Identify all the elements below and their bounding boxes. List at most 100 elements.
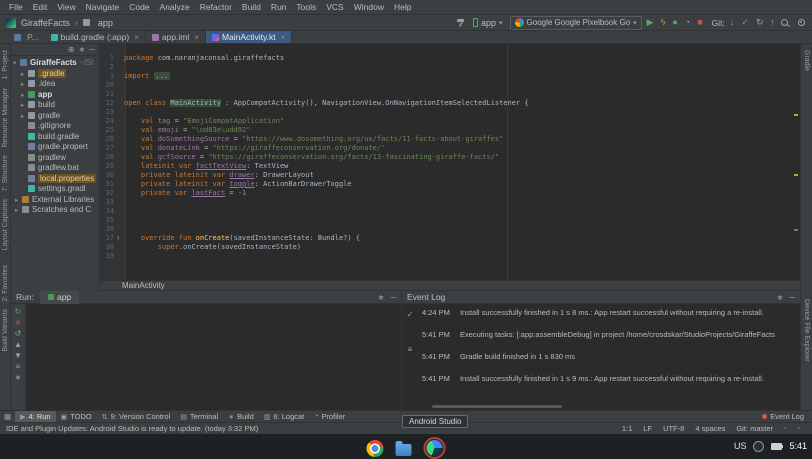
done-icon[interactable]: ✓: [407, 310, 414, 319]
run-config-select[interactable]: app ▾: [471, 18, 505, 28]
toolwindow-4-run[interactable]: ▶4: Run: [15, 411, 56, 422]
event-log-toggle[interactable]: Event Log: [762, 411, 812, 422]
tree-item-gradle[interactable]: ▸gradle: [11, 111, 99, 122]
settings-icon[interactable]: ∗: [378, 293, 385, 302]
tray-badge-icon[interactable]: [753, 441, 764, 452]
rerun-icon[interactable]: ↻: [15, 308, 22, 316]
strip-1-project[interactable]: 1: Project: [2, 50, 9, 80]
tree-root[interactable]: ▾GiraffeFacts ~/St: [11, 58, 99, 69]
hide-panel-icon[interactable]: ─: [390, 293, 396, 302]
apply-changes-icon[interactable]: ϟ: [661, 18, 666, 27]
status-item-git-master[interactable]: Git: master: [736, 424, 773, 433]
strip-7-structure[interactable]: 7: Structure: [2, 155, 9, 191]
tab-build.gradle-app-[interactable]: build.gradle (:app)×: [45, 31, 146, 43]
settings-icon[interactable]: ∗: [777, 293, 784, 302]
tree-item-gradlew.bat[interactable]: gradlew.bat: [11, 163, 99, 174]
step-down-icon[interactable]: ▼: [14, 352, 22, 360]
wrench-icon[interactable]: ≡: [408, 345, 413, 354]
menu-analyze[interactable]: Analyze: [155, 2, 195, 12]
step-up-icon[interactable]: ▲: [14, 341, 22, 349]
hammer-icon[interactable]: [456, 18, 466, 28]
breadcrumb-module[interactable]: app: [98, 18, 113, 28]
expand-all-icon[interactable]: ⊕: [68, 46, 75, 54]
override-gutter-icon[interactable]: ↑: [116, 234, 120, 243]
tree-item-gradlew[interactable]: gradlew: [11, 153, 99, 164]
event-log-entry[interactable]: 4:24 PMInstall successfully finished in …: [422, 308, 798, 317]
stop-icon[interactable]: ■: [16, 319, 21, 327]
update-icon[interactable]: ↓: [730, 18, 735, 27]
hide-panel-icon[interactable]: ─: [789, 293, 795, 302]
tree-item-build[interactable]: ▸build: [11, 100, 99, 111]
run-console[interactable]: [27, 304, 401, 410]
error-stripe-mark[interactable]: [794, 174, 798, 176]
settings-icon[interactable]: [797, 18, 806, 27]
tool-window-project-tab[interactable]: P...: [0, 31, 45, 43]
play-icon[interactable]: ▶: [647, 18, 654, 27]
chrome-icon[interactable]: [367, 440, 384, 457]
menu-build[interactable]: Build: [237, 2, 266, 12]
strip-resource-manager[interactable]: Resource Manager: [2, 88, 9, 148]
toolwindow-profiler[interactable]: ◔Profiler: [309, 411, 350, 422]
commit-icon[interactable]: ✓: [741, 18, 749, 27]
menu-edit[interactable]: Edit: [28, 2, 53, 12]
toolwindow-todo[interactable]: ▣TODO: [56, 411, 97, 422]
settings-icon[interactable]: ∗: [79, 46, 86, 54]
push-icon[interactable]: ↑: [771, 18, 776, 27]
search-icon[interactable]: [780, 18, 790, 28]
error-stripe-mark[interactable]: [794, 114, 798, 116]
file-manager-icon[interactable]: [396, 444, 412, 456]
horizontal-scrollbar[interactable]: [432, 405, 562, 408]
toolwindow-6-logcat[interactable]: ▥6: Logcat: [259, 411, 309, 422]
gradle-tool-button[interactable]: Gradle: [803, 50, 810, 71]
breadcrumb-item[interactable]: MainActivity: [122, 281, 165, 290]
debug-icon[interactable]: ●: [672, 18, 677, 27]
menu-run[interactable]: Run: [266, 2, 292, 12]
strip-2-favorites[interactable]: 2: Favorites: [2, 265, 9, 302]
pin-icon[interactable]: ≡: [16, 363, 21, 371]
profiler-icon[interactable]: ◔: [685, 18, 690, 27]
tab-mainactivity.kt[interactable]: MainActivity.kt×: [206, 31, 292, 43]
tree-item-app[interactable]: ▸app: [11, 90, 99, 101]
menu-file[interactable]: File: [4, 2, 28, 12]
event-log-entry[interactable]: 5:41 PMGradle build finished in 1 s 830 …: [422, 352, 798, 361]
status-message[interactable]: IDE and Plugin Updates: Android Studio i…: [6, 424, 258, 433]
tree-item-scratches-and-c[interactable]: ▸Scratches and C: [11, 205, 99, 216]
settings-icon[interactable]: ∗: [15, 374, 22, 382]
android-studio-icon[interactable]: [427, 440, 443, 456]
toolwindow-9-version-control[interactable]: ⇅9: Version Control: [97, 411, 176, 422]
menu-code[interactable]: Code: [124, 2, 154, 12]
menu-tools[interactable]: Tools: [291, 2, 321, 12]
breadcrumb-project[interactable]: GiraffeFacts: [21, 18, 70, 28]
menu-refactor[interactable]: Refactor: [195, 2, 237, 12]
keyboard-layout[interactable]: US: [734, 441, 747, 451]
status-item-utf-8[interactable]: UTF-8: [663, 424, 684, 433]
strip-build-variants[interactable]: Build Variants: [2, 309, 9, 352]
tool-windows-icon[interactable]: ▦: [0, 411, 15, 422]
tree-item-.idea[interactable]: ▸.idea: [11, 79, 99, 90]
close-icon[interactable]: ×: [194, 33, 199, 42]
strip-layout-captures[interactable]: Layout Captures: [2, 199, 9, 250]
device-select[interactable]: Google Google Pixelbook Go ▾: [510, 16, 642, 30]
status-item-4-spaces[interactable]: 4 spaces: [695, 424, 725, 433]
tree-item-local.properties[interactable]: local.properties: [11, 174, 99, 185]
menu-window[interactable]: Window: [349, 2, 389, 12]
menu-view[interactable]: View: [52, 2, 80, 12]
tree-item-external-libraries[interactable]: ▸External Libraries: [11, 195, 99, 206]
event-log-entry[interactable]: 5:41 PMExecuting tasks: [:app:assembleDe…: [422, 330, 798, 339]
tree-item-.gradle[interactable]: ▸.gradle: [11, 69, 99, 80]
restart-icon[interactable]: ↺: [15, 330, 22, 338]
toolwindow-terminal[interactable]: ▤Terminal: [175, 411, 223, 422]
tree-item-.gitignore[interactable]: .gitignore: [11, 121, 99, 132]
rollback-icon[interactable]: ↻: [756, 18, 764, 27]
stop-icon[interactable]: ■: [697, 18, 702, 27]
status-item-1-1[interactable]: 1:1: [622, 424, 632, 433]
hide-panel-icon[interactable]: ─: [89, 46, 95, 54]
error-stripe-mark[interactable]: [794, 229, 798, 231]
menu-vcs[interactable]: VCS: [321, 2, 348, 12]
status-item-lf[interactable]: LF: [643, 424, 652, 433]
event-log-entry[interactable]: 5:41 PMInstall successfully finished in …: [422, 374, 798, 383]
notifications-icon[interactable]: ◦: [798, 425, 800, 432]
close-icon[interactable]: ×: [281, 33, 286, 42]
tree-item-gradle.propert[interactable]: gradle.propert: [11, 142, 99, 153]
device-file-explorer-tool-button[interactable]: Device File Explorer: [803, 299, 810, 362]
